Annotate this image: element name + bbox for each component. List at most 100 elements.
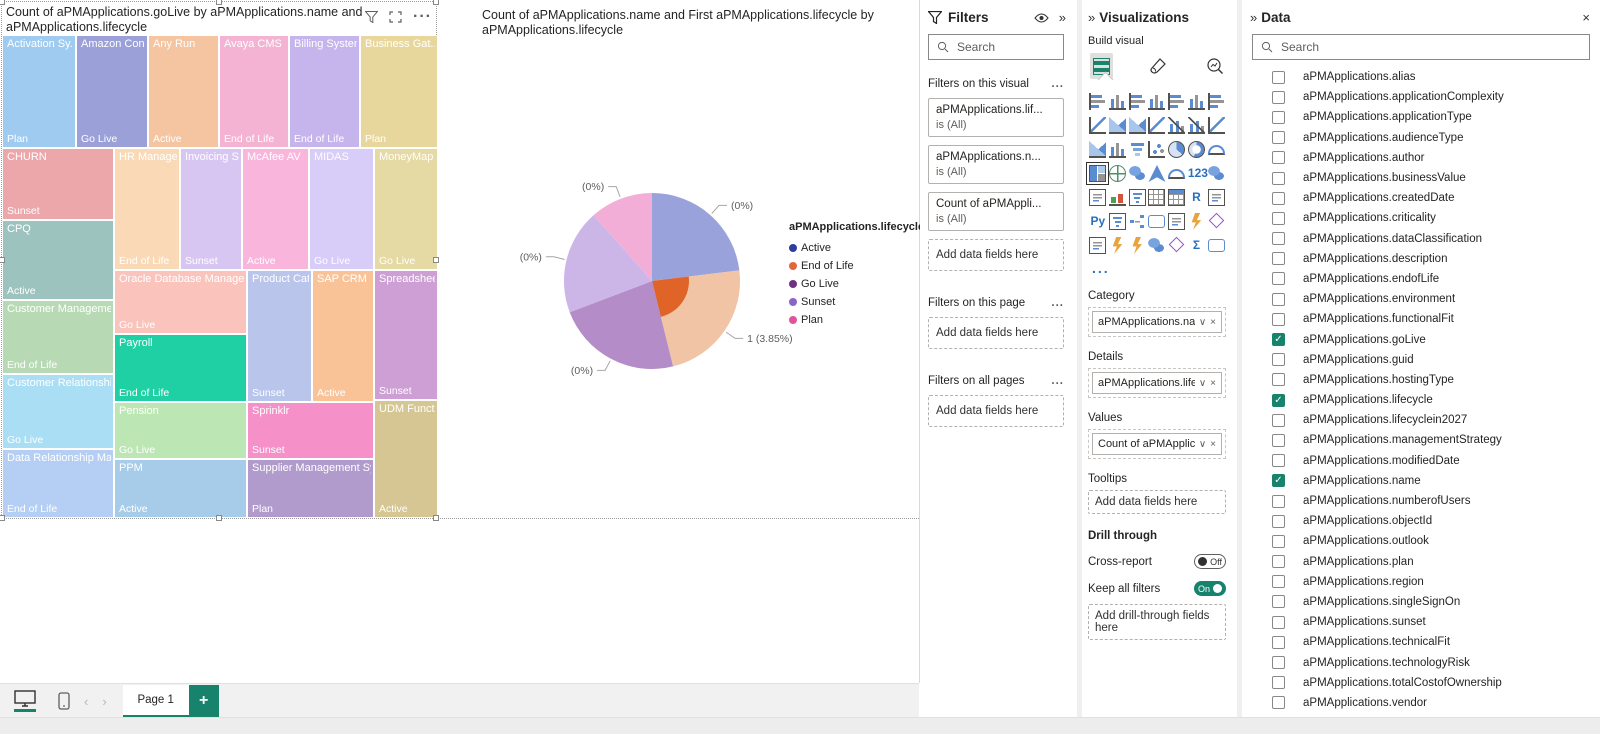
field-checkbox[interactable]: [1272, 313, 1285, 326]
treemap-icon[interactable]: [1089, 165, 1106, 182]
chevron-down-icon[interactable]: ∨: [1199, 317, 1206, 328]
values-well[interactable]: Count of aPMApplicat... ∨ ×: [1088, 429, 1226, 459]
field-list-item[interactable]: aPMApplications.criticality: [1242, 208, 1600, 228]
area-chart-icon[interactable]: [1109, 117, 1126, 134]
field-list-item[interactable]: ✓ aPMApplications.name: [1242, 471, 1600, 491]
field-list-item[interactable]: aPMApplications.outlook: [1242, 531, 1600, 551]
filter-icon[interactable]: [365, 11, 378, 23]
filled-map-icon[interactable]: [1129, 165, 1146, 182]
treemap-body[interactable]: Activation Sy... PlanAmazon Con... Go Li…: [2, 35, 438, 518]
legend-item[interactable]: Plan: [789, 311, 924, 329]
treemap-tile[interactable]: UDM Functi... Active: [374, 400, 438, 518]
treemap-tile[interactable]: MIDAS Go Live: [309, 148, 374, 270]
tooltips-well-dropzone[interactable]: Add data fields here: [1088, 490, 1226, 514]
field-list-item[interactable]: aPMApplications.author: [1242, 148, 1600, 168]
mobile-view-button[interactable]: [58, 692, 70, 710]
clustered-bar-chart-icon[interactable]: [1168, 93, 1185, 110]
treemap-tile[interactable]: Customer Manageme... End of Life: [2, 300, 114, 374]
field-list-item[interactable]: aPMApplications.plan: [1242, 552, 1600, 572]
sigma-visual-icon[interactable]: Σ: [1188, 237, 1205, 254]
field-checkbox[interactable]: ✓: [1272, 333, 1285, 346]
kpi-icon[interactable]: [1109, 189, 1126, 206]
field-list-item[interactable]: aPMApplications.totalCostofOwnership: [1242, 673, 1600, 693]
chevron-down-icon[interactable]: ∨: [1199, 439, 1206, 450]
resize-handle-w[interactable]: [0, 257, 5, 263]
field-list-item[interactable]: aPMApplications.description: [1242, 249, 1600, 269]
resize-handle-n[interactable]: [216, 0, 222, 5]
field-checkbox[interactable]: [1272, 252, 1285, 265]
card-visual-icon[interactable]: [1089, 189, 1106, 206]
combo-chart-icon[interactable]: [1089, 141, 1106, 158]
more-options-icon[interactable]: ···: [413, 8, 432, 26]
field-checkbox[interactable]: [1272, 272, 1285, 285]
line-and-clustered-column-chart-icon[interactable]: [1188, 117, 1205, 134]
legend-item[interactable]: End of Life: [789, 257, 924, 275]
r-script-visual-icon[interactable]: R: [1188, 189, 1205, 206]
field-list-item[interactable]: aPMApplications.hostingType: [1242, 370, 1600, 390]
field-list-item[interactable]: aPMApplications.createdDate: [1242, 188, 1600, 208]
treemap-tile[interactable]: Activation Sy... Plan: [2, 35, 76, 148]
treemap-tile[interactable]: HR Manage... End of Life: [114, 148, 180, 270]
treemap-tile[interactable]: Invoicing Sy... Sunset: [180, 148, 242, 270]
field-list-item[interactable]: aPMApplications.lifecyclein2027: [1242, 410, 1600, 430]
close-data-pane-icon[interactable]: ×: [1582, 10, 1590, 25]
field-checkbox[interactable]: [1272, 696, 1285, 709]
field-list-item[interactable]: aPMApplications.managementStrategy: [1242, 430, 1600, 450]
flow-map-icon[interactable]: [1148, 237, 1165, 254]
comment-visual-icon[interactable]: [1208, 239, 1225, 252]
line-chart-icon[interactable]: [1089, 117, 1106, 134]
matrix-icon[interactable]: [1168, 189, 1185, 206]
treemap-tile[interactable]: Business Gat... Plan: [360, 35, 438, 148]
field-checkbox[interactable]: [1272, 454, 1285, 467]
field-list-item[interactable]: aPMApplications.environment: [1242, 289, 1600, 309]
field-list-item[interactable]: aPMApplications.functionalFit: [1242, 309, 1600, 329]
field-list-item[interactable]: aPMApplications.endofLife: [1242, 269, 1600, 289]
field-checkbox[interactable]: [1272, 111, 1285, 124]
focus-mode-icon[interactable]: [389, 11, 402, 23]
add-data-fields-dropzone[interactable]: Add data fields here: [928, 239, 1064, 271]
decomposition-tree-icon[interactable]: [1129, 213, 1146, 230]
field-checkbox[interactable]: [1272, 373, 1285, 386]
horizontal-slicer-icon[interactable]: [1109, 213, 1126, 230]
qa-visual-icon[interactable]: [1148, 215, 1165, 228]
ribbon-chart-2-icon[interactable]: [1208, 117, 1225, 134]
field-list-item[interactable]: aPMApplications.dataClassification: [1242, 229, 1600, 249]
section-more-icon[interactable]: ...: [1051, 78, 1064, 90]
pie-slice[interactable]: [652, 193, 739, 281]
details-field-pill[interactable]: aPMApplications.lifec... ∨ ×: [1092, 372, 1222, 394]
treemap-tile[interactable]: PPM Active: [114, 459, 247, 518]
field-list-item[interactable]: ✓ aPMApplications.goLive: [1242, 329, 1600, 349]
details-well[interactable]: aPMApplications.lifec... ∨ ×: [1088, 368, 1226, 398]
remove-field-icon[interactable]: ×: [1210, 439, 1216, 450]
100-stacked-bar-chart-icon[interactable]: [1129, 93, 1146, 110]
field-checkbox[interactable]: ✓: [1272, 474, 1285, 487]
treemap-tile[interactable]: Billing System End of Life: [289, 35, 360, 148]
field-list-item[interactable]: aPMApplications.numberofUsers: [1242, 491, 1600, 511]
collapse-filters-icon[interactable]: »: [1059, 10, 1064, 25]
table-icon[interactable]: [1148, 189, 1165, 206]
analytics-tab[interactable]: [1203, 53, 1226, 79]
field-list-item[interactable]: aPMApplications.applicationComplexity: [1242, 87, 1600, 107]
stacked-column-chart-icon[interactable]: [1109, 93, 1126, 110]
field-checkbox[interactable]: [1272, 212, 1285, 225]
custom-visual-icon[interactable]: [1208, 213, 1224, 229]
treemap-tile[interactable]: CPQ Active: [2, 220, 114, 300]
filter-card[interactable]: aPMApplications.lif... is (All): [928, 98, 1064, 137]
resize-handle-sw[interactable]: [0, 515, 5, 521]
legend-item[interactable]: Go Live: [789, 275, 924, 293]
donut-chart-icon[interactable]: [1188, 141, 1205, 158]
field-list-item[interactable]: aPMApplications.vendor: [1242, 693, 1600, 713]
more-visuals-icon[interactable]: ...: [1092, 260, 1226, 276]
treemap-tile[interactable]: Pension Go Live: [114, 402, 247, 459]
pie-chart-icon[interactable]: [1168, 141, 1185, 158]
power-automate-icon[interactable]: [1188, 213, 1205, 230]
field-checkbox[interactable]: [1272, 353, 1285, 366]
funnel-chart-icon[interactable]: [1129, 141, 1146, 158]
paginated-report-icon[interactable]: [1208, 189, 1225, 206]
field-checkbox[interactable]: [1272, 575, 1285, 588]
field-checkbox[interactable]: [1272, 71, 1285, 84]
resize-handle-se[interactable]: [433, 515, 439, 521]
field-list-item[interactable]: aPMApplications.businessValue: [1242, 168, 1600, 188]
scatter-chart-icon[interactable]: [1148, 141, 1165, 158]
clustered-column-chart-icon[interactable]: [1188, 93, 1205, 110]
